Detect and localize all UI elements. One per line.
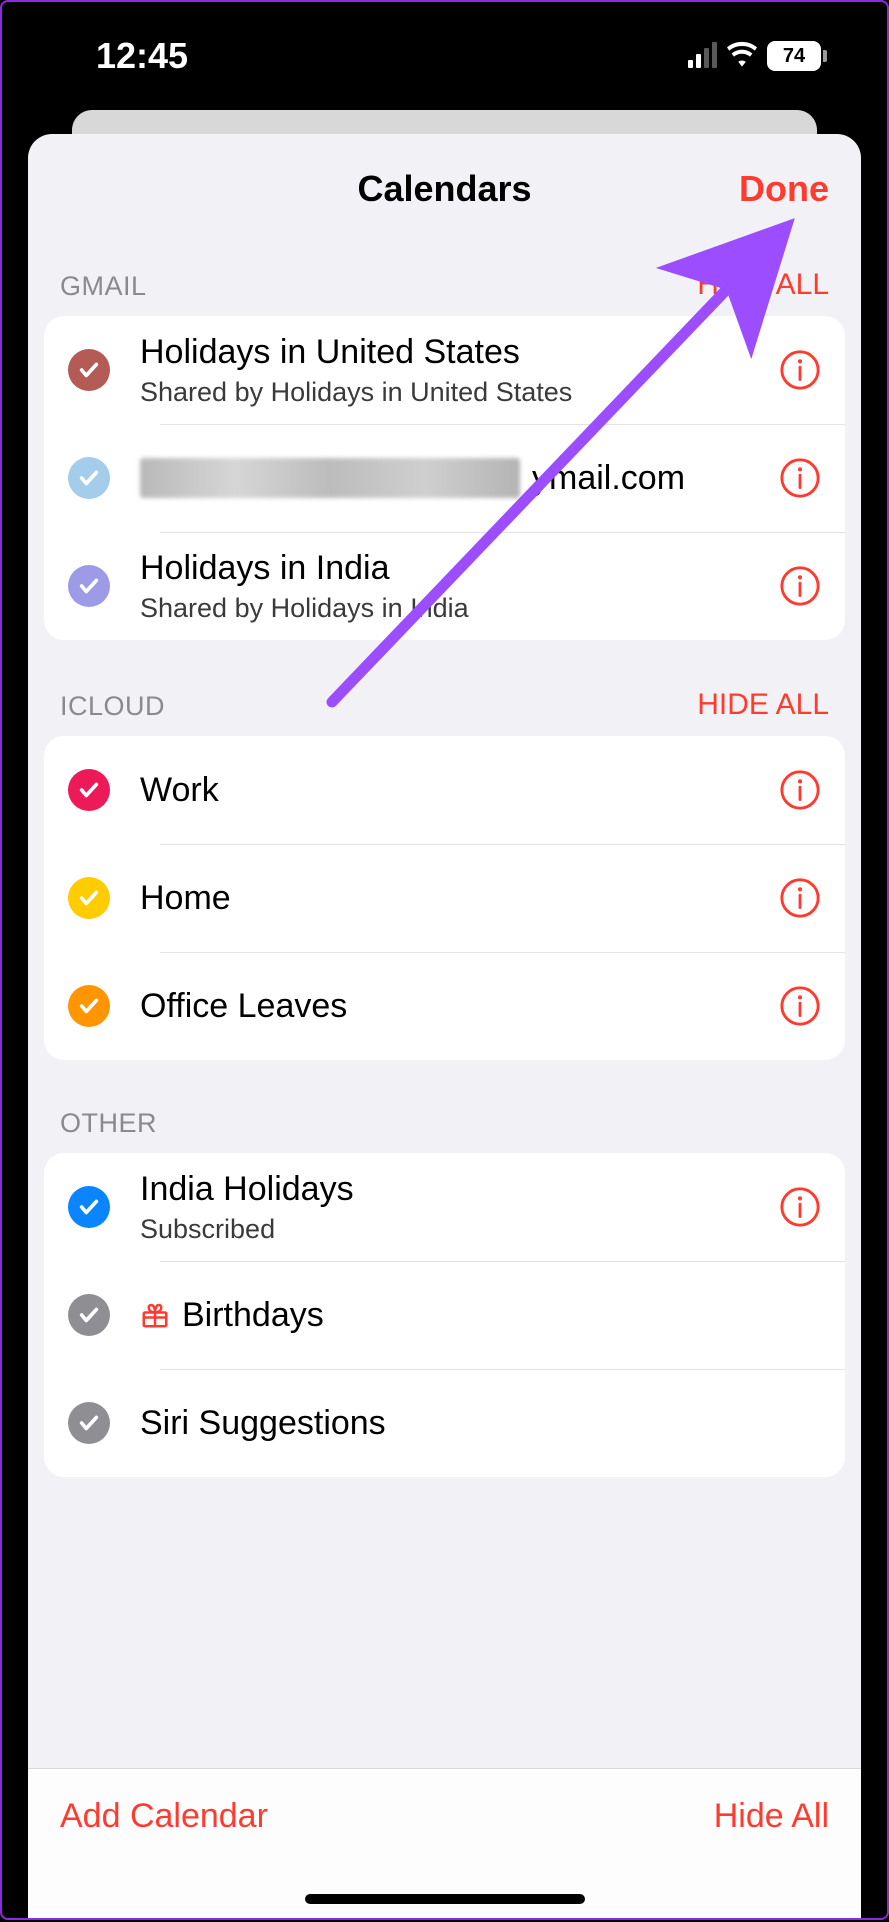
- add-calendar-button[interactable]: Add Calendar: [60, 1797, 268, 1836]
- hide-all-gmail[interactable]: HIDE ALL: [697, 268, 829, 302]
- calendar-row[interactable]: Holidays in United States Shared by Holi…: [44, 316, 845, 424]
- section-header-gmail: GMAIL HIDE ALL: [28, 244, 861, 316]
- calendar-subtitle: Subscribed: [140, 1214, 779, 1245]
- status-bar: 12:45 74: [2, 2, 887, 110]
- info-button[interactable]: [779, 349, 821, 391]
- home-indicator[interactable]: [305, 1894, 585, 1904]
- checkmark-icon[interactable]: [68, 1402, 110, 1444]
- group-gmail: Holidays in United States Shared by Holi…: [44, 316, 845, 640]
- calendar-row[interactable]: Birthdays: [44, 1261, 845, 1369]
- done-button[interactable]: Done: [739, 134, 829, 244]
- calendar-title: Work: [140, 770, 779, 811]
- calendars-sheet: Calendars Done GMAIL HIDE ALL Holidays i…: [28, 134, 861, 1918]
- battery-level: 74: [767, 41, 821, 71]
- info-button[interactable]: [779, 985, 821, 1027]
- group-icloud: Work Home Office Leaves: [44, 736, 845, 1060]
- calendar-row[interactable]: Siri Suggestions: [44, 1369, 845, 1477]
- checkmark-icon[interactable]: [68, 349, 110, 391]
- section-header-other: OTHER: [28, 1060, 861, 1153]
- info-button[interactable]: [779, 769, 821, 811]
- cellular-signal-icon: [688, 44, 717, 68]
- calendar-row[interactable]: Office Leaves: [44, 952, 845, 1060]
- sheet-header: Calendars Done: [28, 134, 861, 244]
- checkmark-icon[interactable]: [68, 1186, 110, 1228]
- hide-all-icloud[interactable]: HIDE ALL: [697, 688, 829, 722]
- checkmark-icon[interactable]: [68, 457, 110, 499]
- calendar-subtitle: Shared by Holidays in United States: [140, 377, 779, 408]
- calendar-title: Siri Suggestions: [140, 1403, 821, 1444]
- calendar-title: Birthdays: [140, 1295, 821, 1336]
- checkmark-icon[interactable]: [68, 985, 110, 1027]
- redacted-text: [140, 458, 520, 498]
- calendar-row[interactable]: India Holidays Subscribed: [44, 1153, 845, 1261]
- section-label: ICLOUD: [60, 691, 165, 722]
- calendar-title: Holidays in United States: [140, 332, 779, 373]
- info-button[interactable]: [779, 565, 821, 607]
- sheet-title: Calendars: [357, 168, 531, 210]
- checkmark-icon[interactable]: [68, 565, 110, 607]
- checkmark-icon[interactable]: [68, 877, 110, 919]
- group-other: India Holidays Subscribed: [44, 1153, 845, 1477]
- gift-icon: [140, 1300, 170, 1330]
- hide-all-button[interactable]: Hide All: [714, 1797, 829, 1836]
- checkmark-icon[interactable]: [68, 1294, 110, 1336]
- info-button[interactable]: [779, 1186, 821, 1228]
- section-label: OTHER: [60, 1108, 157, 1139]
- calendar-row[interactable]: Home: [44, 844, 845, 952]
- calendar-row[interactable]: ymail.com: [44, 424, 845, 532]
- calendar-title: Office Leaves: [140, 986, 779, 1027]
- checkmark-icon[interactable]: [68, 769, 110, 811]
- info-button[interactable]: [779, 877, 821, 919]
- battery-indicator: 74: [767, 41, 827, 71]
- calendar-row[interactable]: Work: [44, 736, 845, 844]
- section-header-icloud: ICLOUD HIDE ALL: [28, 640, 861, 736]
- calendar-title: ymail.com: [140, 458, 779, 499]
- info-button[interactable]: [779, 457, 821, 499]
- status-time: 12:45: [96, 35, 188, 77]
- calendar-title: Home: [140, 878, 779, 919]
- calendar-title: India Holidays: [140, 1169, 779, 1210]
- calendar-row[interactable]: Holidays in India Shared by Holidays in …: [44, 532, 845, 640]
- section-label: GMAIL: [60, 271, 147, 302]
- wifi-icon: [727, 41, 757, 71]
- calendar-subtitle: Shared by Holidays in India: [140, 593, 779, 624]
- calendar-title: Holidays in India: [140, 548, 779, 589]
- status-right: 74: [688, 41, 827, 71]
